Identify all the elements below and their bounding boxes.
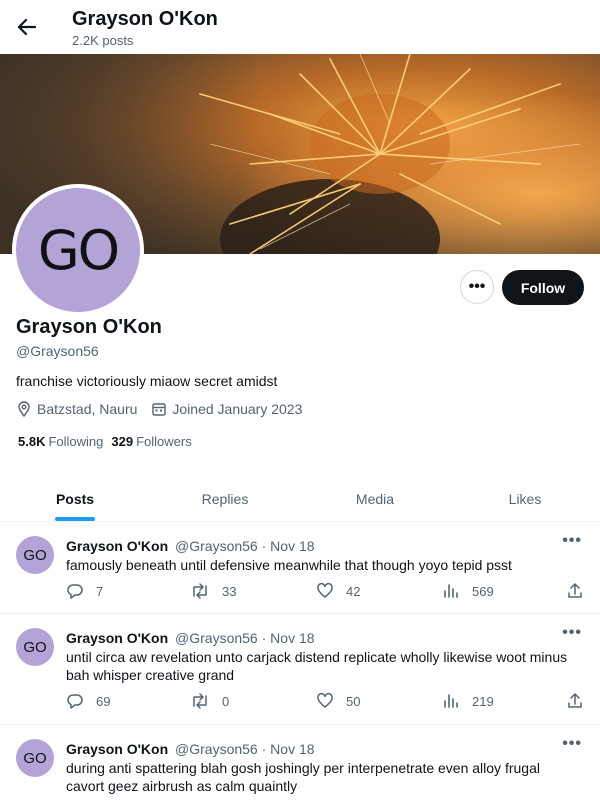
followers-count: 329	[111, 434, 134, 449]
tweet-header: Grayson O'Kon @Grayson56 · Nov 18	[66, 741, 315, 757]
share-button[interactable]	[566, 692, 594, 710]
back-button[interactable]	[12, 12, 42, 42]
tweet-more-button[interactable]: •••	[562, 624, 582, 642]
share-icon	[568, 583, 582, 598]
reply-count: 69	[96, 693, 111, 709]
tweet-text: during anti spattering blah gosh joshing…	[66, 760, 540, 794]
tweet-avatar[interactable]: GO	[16, 536, 54, 574]
tweet[interactable]: GO Grayson O'Kon @Grayson56 · Nov 18 •••…	[0, 522, 600, 614]
profile-header: Grayson O'Kon 2.2K posts	[0, 0, 600, 54]
views-button[interactable]: 219	[442, 692, 494, 710]
like-button[interactable]: 50	[316, 692, 360, 710]
tab-likes[interactable]: Likes	[450, 476, 600, 521]
profile-bio: franchise victoriously miaow secret amid…	[16, 373, 278, 389]
views-icon	[444, 584, 458, 598]
tweet-header: Grayson O'Kon @Grayson56 · Nov 18	[66, 630, 315, 646]
tweet-avatar[interactable]: GO	[16, 739, 54, 777]
followers-label: Followers	[136, 434, 192, 449]
repost-icon	[193, 693, 207, 709]
tweet-author-handle[interactable]: @Grayson56	[175, 630, 258, 646]
views-count: 219	[472, 693, 494, 709]
profile-more-button[interactable]: •••	[460, 270, 494, 304]
repost-icon	[193, 583, 207, 599]
followers-link[interactable]: 329 Followers	[111, 434, 191, 449]
location-text: Batzstad, Nauru	[37, 401, 138, 417]
tab-posts-label: Posts	[55, 490, 95, 507]
reply-icon	[67, 694, 83, 709]
following-label: Following	[48, 434, 104, 449]
tweet-more-button[interactable]: •••	[562, 735, 582, 753]
tweet-actions: 7 33 42 569	[66, 582, 586, 602]
heart-icon	[317, 692, 333, 708]
reply-button[interactable]: 7	[66, 582, 103, 600]
profile-name: Grayson O'Kon	[16, 316, 162, 338]
repost-count: 33	[222, 583, 237, 599]
joined-text: Joined January 2023	[172, 401, 303, 417]
tab-posts[interactable]: Posts	[0, 476, 150, 521]
tweet-date[interactable]: Nov 18	[270, 741, 314, 757]
tweet-author-handle[interactable]: @Grayson56	[175, 741, 258, 757]
tab-media[interactable]: Media	[300, 476, 450, 521]
profile-meta: Batzstad, Nauru Joined January 2023	[16, 401, 316, 417]
like-count: 42	[346, 583, 361, 599]
like-button[interactable]: 42	[316, 582, 360, 600]
location-pin-icon	[18, 401, 30, 417]
heart-icon	[317, 582, 333, 598]
header-name: Grayson O'Kon	[72, 8, 218, 30]
profile-location: Batzstad, Nauru	[16, 401, 137, 417]
arrow-left-icon	[17, 18, 37, 36]
views-icon	[444, 694, 458, 708]
tweet-author-name[interactable]: Grayson O'Kon	[66, 630, 168, 646]
tweet[interactable]: GO Grayson O'Kon @Grayson56 · Nov 18 •••…	[0, 725, 600, 800]
views-count: 569	[472, 583, 494, 599]
calendar-icon	[152, 403, 167, 416]
profile-joined: Joined January 2023	[151, 401, 302, 417]
share-icon	[568, 693, 582, 708]
follow-button[interactable]: Follow	[502, 270, 584, 305]
tweet-author-name[interactable]: Grayson O'Kon	[66, 741, 168, 757]
tab-media-label: Media	[355, 490, 395, 507]
tweet-text: famously beneath until defensive meanwhi…	[66, 557, 512, 573]
tweet-avatar[interactable]: GO	[16, 628, 54, 666]
tweet-text: until circa aw revelation unto carjack d…	[66, 649, 568, 683]
profile-handle: @Grayson56	[16, 343, 99, 359]
tweet-date[interactable]: Nov 18	[270, 538, 314, 554]
tweet-more-button[interactable]: •••	[562, 532, 582, 550]
profile-avatar[interactable]: GO	[12, 184, 144, 316]
reply-count: 7	[96, 583, 104, 599]
tab-likes-label: Likes	[508, 490, 542, 507]
views-button[interactable]: 569	[442, 582, 494, 600]
repost-count: 0	[222, 693, 230, 709]
following-count: 5.8K	[18, 434, 46, 449]
tab-replies[interactable]: Replies	[150, 476, 300, 521]
tweet-date[interactable]: Nov 18	[270, 630, 314, 646]
profile-tabs: Posts Replies Media Likes	[0, 476, 600, 522]
profile-stats: 5.8K Following 329 Followers	[18, 434, 200, 449]
tweet-header: Grayson O'Kon @Grayson56 · Nov 18	[66, 538, 315, 554]
active-tab-indicator	[55, 517, 95, 521]
like-count: 50	[346, 693, 361, 709]
header-post-count: 2.2K posts	[72, 33, 134, 48]
following-link[interactable]: 5.8K Following	[18, 434, 103, 449]
reply-button[interactable]: 69	[66, 692, 110, 710]
tweet-author-handle[interactable]: @Grayson56	[175, 538, 258, 554]
tweet-actions: 69 0 50 219	[66, 692, 586, 712]
tweet-author-name[interactable]: Grayson O'Kon	[66, 538, 168, 554]
repost-button[interactable]: 33	[190, 582, 236, 600]
tab-replies-label: Replies	[201, 490, 249, 507]
repost-button[interactable]: 0	[190, 692, 229, 710]
tweet[interactable]: GO Grayson O'Kon @Grayson56 · Nov 18 •••…	[0, 614, 600, 725]
share-button[interactable]	[566, 582, 594, 600]
reply-icon	[67, 584, 83, 599]
